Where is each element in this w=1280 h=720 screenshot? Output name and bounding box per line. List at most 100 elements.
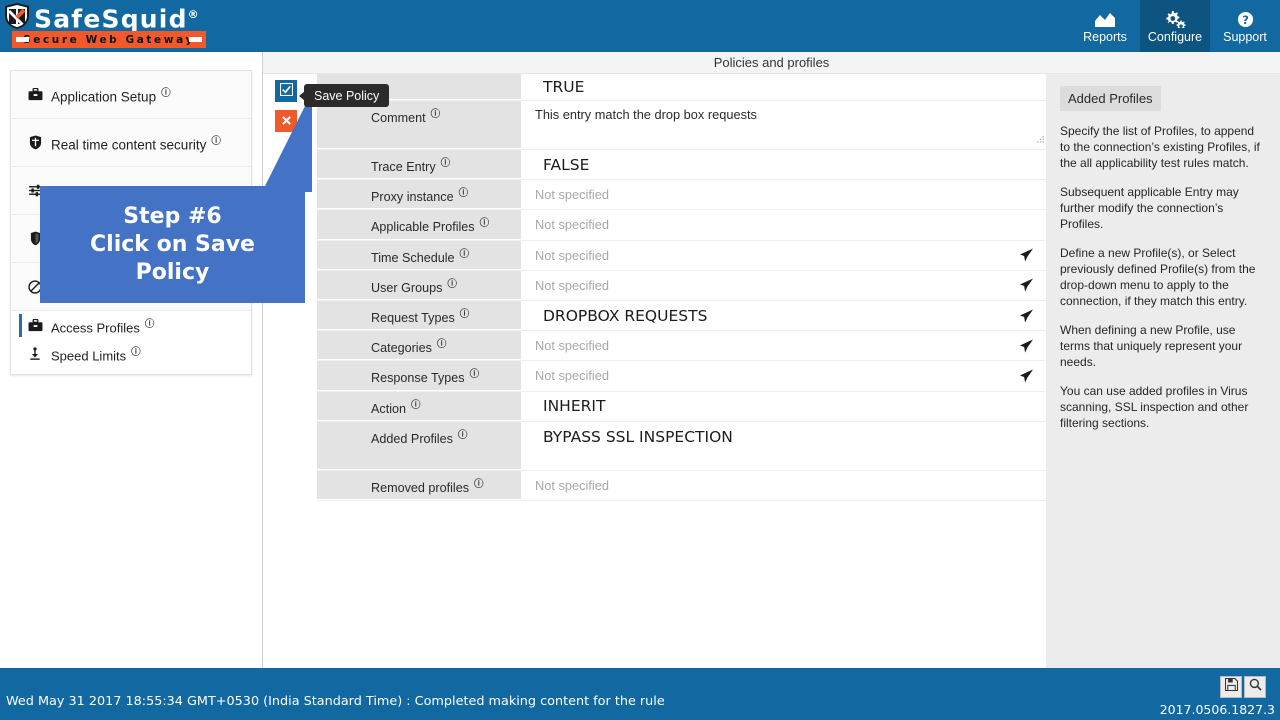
info-icon[interactable]: ⓘ <box>145 316 155 330</box>
field-value-action[interactable]: INHERIT <box>521 392 1048 421</box>
field-label-user-groups: User Groupsⓘ <box>317 271 521 300</box>
help-paragraph: When defining a new Profile, use terms t… <box>1060 322 1266 370</box>
search-button[interactable] <box>1244 676 1266 698</box>
field-value-time-schedule[interactable]: Not specified <box>521 241 1048 270</box>
info-icon[interactable]: ⓘ <box>460 246 470 260</box>
info-icon[interactable]: ⓘ <box>470 366 480 380</box>
registered-mark: ® <box>188 8 200 21</box>
info-icon[interactable]: ⓘ <box>474 476 484 490</box>
field-value-categories[interactable]: Not specified <box>521 331 1048 360</box>
info-icon[interactable]: ⓘ <box>441 155 451 169</box>
form-row-enabled: TRUE <box>317 74 1048 101</box>
nav-item-support[interactable]: ? Support <box>1210 0 1280 52</box>
sidebar-label-application-setup: Application Setupⓘ <box>51 85 171 105</box>
shield-alt-icon <box>25 135 45 150</box>
page-title: Policies and profiles <box>263 52 1280 74</box>
info-icon[interactable]: ⓘ <box>459 185 469 199</box>
send-icon[interactable] <box>1019 308 1034 323</box>
send-icon[interactable] <box>1019 248 1034 263</box>
sidebar-item-application-setup[interactable]: Application Setupⓘ <box>11 71 251 119</box>
comment-text: This entry match the drop box requests <box>535 107 757 122</box>
textarea-resize-handle[interactable] <box>1036 136 1045 147</box>
help-paragraph: You can use added profiles in Virus scan… <box>1060 383 1266 431</box>
app-window: SafeSquid® Secure Web Gateway Reports <box>0 0 1280 720</box>
form-row-request-types: Request Typesⓘ DROPBOX REQUESTS <box>317 301 1048 331</box>
form-row-categories: Categoriesⓘ Not specified <box>317 331 1048 361</box>
value-text: BYPASS SSL INSPECTION <box>543 428 733 446</box>
field-value-removed-profiles[interactable]: Not specified <box>521 471 1048 500</box>
brand-tagline: Secure Web Gateway <box>23 34 195 46</box>
sidebar-item-real-time-content-security[interactable]: Real time content securityⓘ <box>11 119 251 167</box>
value-text: Not specified <box>535 368 609 383</box>
info-icon[interactable]: ⓘ <box>411 397 421 411</box>
save-config-button[interactable] <box>1220 676 1242 698</box>
info-icon[interactable]: ⓘ <box>431 106 441 120</box>
version-label: 2017.0506.1827.3 <box>1160 702 1275 717</box>
form-row-response-types: Response Typesⓘ Not specified <box>317 361 1048 391</box>
nav-label-support: Support <box>1223 30 1267 44</box>
callout-line: Step #6 <box>123 203 221 231</box>
brand-logo[interactable]: SafeSquid® Secure Web Gateway <box>4 1 204 51</box>
field-value-enabled[interactable]: TRUE <box>521 74 1048 100</box>
form-row-action: Actionⓘ INHERIT <box>317 392 1048 422</box>
info-icon[interactable]: ⓘ <box>437 336 447 350</box>
send-icon[interactable] <box>1019 368 1034 383</box>
field-label-action: Actionⓘ <box>317 392 521 421</box>
field-value-comment[interactable]: This entry match the drop box requests <box>521 101 1048 149</box>
field-label-time-schedule: Time Scheduleⓘ <box>317 241 521 270</box>
field-value-applicable-profiles[interactable]: Not specified <box>521 210 1048 239</box>
field-value-trace-entry[interactable]: FALSE <box>521 150 1048 179</box>
value-text: Not specified <box>535 278 609 293</box>
field-value-request-types[interactable]: DROPBOX REQUESTS <box>521 301 1048 330</box>
field-value-user-groups[interactable]: Not specified <box>521 271 1048 300</box>
tagline-cap-right <box>189 37 202 42</box>
info-icon[interactable]: ⓘ <box>211 133 221 147</box>
info-icon[interactable]: ⓘ <box>460 306 470 320</box>
download-meter-icon <box>25 347 45 361</box>
form-row-applicable-profiles: Applicable Profilesⓘ Not specified <box>317 210 1048 240</box>
send-icon[interactable] <box>1019 338 1034 353</box>
callout-pointer <box>264 92 312 192</box>
sidebar-label-real-time-content-security: Real time content securityⓘ <box>51 133 221 153</box>
field-value-added-profiles[interactable]: BYPASS SSL INSPECTION <box>521 422 1048 470</box>
form-row-user-groups: User Groupsⓘ Not specified <box>317 271 1048 301</box>
info-icon[interactable]: ⓘ <box>480 215 490 229</box>
status-bar-buttons <box>1220 676 1266 698</box>
help-panel-heading: Added Profiles <box>1060 86 1161 111</box>
send-icon[interactable] <box>1019 278 1034 293</box>
help-panel: Added Profiles Specify the list of Profi… <box>1046 74 1280 668</box>
info-icon[interactable]: ⓘ <box>161 85 171 99</box>
field-label-trace-entry: Trace Entryⓘ <box>317 150 521 179</box>
brand-name: SafeSquid® <box>34 2 200 32</box>
value-text: DROPBOX REQUESTS <box>543 307 707 325</box>
field-value-proxy-instance[interactable]: Not specified <box>521 180 1048 209</box>
floppy-save-icon <box>1225 678 1238 696</box>
svg-text:?: ? <box>1242 13 1249 27</box>
value-text: Not specified <box>535 248 609 263</box>
magnifier-icon <box>1249 678 1262 696</box>
nav-label-configure: Configure <box>1148 30 1202 44</box>
field-label-removed-profiles: Removed profilesⓘ <box>317 471 521 500</box>
form-row-added-profiles: Added Profilesⓘ BYPASS SSL INSPECTION <box>317 422 1048 471</box>
nav-label-reports: Reports <box>1083 30 1127 44</box>
form-row-time-schedule: Time Scheduleⓘ Not specified <box>317 241 1048 271</box>
help-paragraph: Subsequent applicable Entry may further … <box>1060 184 1266 232</box>
field-label-applicable-profiles: Applicable Profilesⓘ <box>317 210 521 239</box>
field-label-proxy-instance: Proxy instanceⓘ <box>317 180 521 209</box>
sidebar-item-access-profiles[interactable]: Access Profilesⓘ <box>11 311 251 340</box>
info-icon[interactable]: ⓘ <box>131 344 141 358</box>
info-icon[interactable]: ⓘ <box>447 276 457 290</box>
shield-tools-icon <box>4 2 30 30</box>
callout-line: Click on Save <box>90 231 255 259</box>
question-circle-icon: ? <box>1237 8 1254 28</box>
brand-logo-row: SafeSquid® <box>4 1 200 33</box>
info-icon[interactable]: ⓘ <box>458 427 468 441</box>
form-row-removed-profiles: Removed profilesⓘ Not specified <box>317 471 1048 501</box>
field-value-response-types[interactable]: Not specified <box>521 361 1048 390</box>
nav-item-configure[interactable]: Configure <box>1140 0 1210 52</box>
briefcase-icon <box>25 319 45 332</box>
sidebar-label-access-profiles: Access Profilesⓘ <box>51 316 154 335</box>
save-policy-tooltip: Save Policy <box>304 84 389 107</box>
sidebar-item-speed-limits[interactable]: Speed Limitsⓘ <box>11 340 251 374</box>
nav-item-reports[interactable]: Reports <box>1070 0 1140 52</box>
